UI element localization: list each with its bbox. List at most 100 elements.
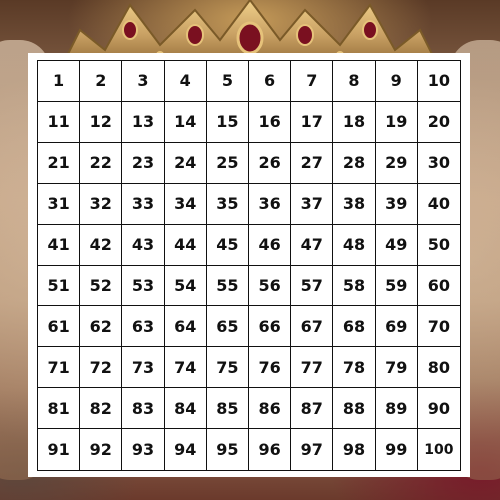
grid-cell: 72: [80, 347, 123, 389]
grid-cell: 18: [333, 101, 376, 143]
grid-cell: 75: [206, 347, 249, 389]
grid-cell: 54: [164, 265, 207, 307]
grid-cell: 9: [375, 61, 418, 102]
grid-cell: 90: [417, 388, 460, 430]
grid-cell: 60: [417, 266, 460, 307]
grid-cell: 87: [291, 388, 334, 430]
grid-cell: 98: [333, 429, 376, 470]
grid-cell: 39: [375, 183, 418, 225]
grid-cell: 97: [291, 429, 334, 470]
grid-cell: 21: [38, 142, 81, 184]
grid-cell: 40: [417, 184, 460, 225]
grid-cell: 95: [207, 429, 249, 470]
grid-cell: 43: [122, 224, 165, 266]
grid-cell: 5: [206, 61, 249, 102]
grid-cell: 63: [122, 306, 165, 348]
grid-cell: 96: [249, 429, 292, 470]
grid-cell: 45: [206, 224, 249, 266]
grid-cell: 88: [333, 388, 376, 430]
grid-cell: 84: [164, 388, 207, 430]
grid-cell: 17: [291, 101, 334, 143]
grid-cell: 34: [164, 183, 207, 225]
grid-cell: 91: [38, 429, 81, 470]
hundred-chart-board: 1 2 3 4 5 6 7 8 9 10 11 12 13 14 15 16 17 18 19 20 21 22 23 24 2…: [28, 53, 470, 477]
grid-cell: 62: [80, 306, 123, 348]
grid-cell: 30: [417, 143, 460, 184]
grid-cell: 57: [291, 265, 334, 307]
grid-cell: 19: [375, 101, 418, 143]
grid-cell: 47: [291, 224, 334, 266]
grid-cell: 99: [376, 429, 418, 470]
grid-cell: 64: [164, 306, 207, 348]
grid-cell: 6: [249, 61, 292, 102]
grid-cell: 51: [38, 265, 81, 307]
grid-cell: 50: [417, 225, 460, 266]
grid-cell: 83: [122, 388, 165, 430]
grid-cell: 12: [80, 101, 123, 143]
grid-cell: 14: [164, 101, 207, 143]
grid-cell: 77: [291, 347, 334, 389]
grid-cell: 36: [249, 183, 292, 225]
grid-cell: 66: [249, 306, 292, 348]
grid-cell: 4: [164, 61, 207, 102]
grid-cell: 27: [291, 142, 334, 184]
grid-cell: 53: [122, 265, 165, 307]
grid-cell: 37: [291, 183, 334, 225]
grid-cell: 56: [249, 265, 292, 307]
grid-cell: 70: [417, 306, 460, 348]
grid-cell: 86: [249, 388, 292, 430]
grid-cell: 85: [206, 388, 249, 430]
grid-cell: 69: [375, 306, 418, 348]
grid-cell: 38: [333, 183, 376, 225]
grid-cell: 32: [80, 183, 123, 225]
grid-cell: 58: [333, 265, 376, 307]
grid-cell: 78: [333, 347, 376, 389]
grid-cell: 11: [38, 101, 81, 143]
grid-cell: 46: [249, 224, 292, 266]
grid-cell: 33: [122, 183, 165, 225]
grid-cell: 15: [206, 101, 249, 143]
grid-cell: 2: [80, 61, 123, 102]
grid-cell: 10: [417, 61, 460, 102]
grid-cell: 71: [38, 347, 81, 389]
grid-cell: 35: [206, 183, 249, 225]
grid-cell: 74: [164, 347, 207, 389]
grid-cell: 29: [375, 142, 418, 184]
grid-cell: 92: [80, 429, 123, 470]
grid-cell: 55: [206, 265, 249, 307]
grid-cell: 52: [80, 265, 123, 307]
hundred-chart-grid: 1 2 3 4 5 6 7 8 9 10 11 12 13 14 15 16 17 18 19 20 21 22 23 24 2…: [37, 60, 461, 471]
grid-cell: 13: [122, 101, 165, 143]
grid-cell: 93: [122, 429, 165, 470]
grid-cell: 3: [122, 61, 165, 102]
grid-cell: 76: [249, 347, 292, 389]
grid-cell: 26: [249, 142, 292, 184]
grid-cell: 25: [206, 142, 249, 184]
grid-cell: 8: [333, 61, 376, 102]
grid-cell: 28: [333, 142, 376, 184]
grid-cell: 82: [80, 388, 123, 430]
grid-cell: 22: [80, 142, 123, 184]
grid-cell: 41: [38, 224, 81, 266]
grid-cell: 61: [38, 306, 81, 348]
grid-cell: 73: [122, 347, 165, 389]
grid-cell: 20: [417, 102, 460, 143]
grid-cell: 48: [333, 224, 376, 266]
grid-cell: 59: [375, 265, 418, 307]
grid-cell: 65: [206, 306, 249, 348]
grid-cell: 81: [38, 388, 81, 430]
grid-cell: 80: [417, 347, 460, 389]
grid-cell: 44: [164, 224, 207, 266]
grid-cell: 24: [164, 142, 207, 184]
grid-cell: 89: [375, 388, 418, 430]
grid-cell: 42: [80, 224, 123, 266]
grid-cell: 94: [165, 429, 207, 470]
grid-cell: 23: [122, 142, 165, 184]
grid-cell: 49: [375, 224, 418, 266]
grid-cell: 100: [424, 441, 454, 458]
grid-cell: 31: [38, 183, 81, 225]
grid-cell: 1: [38, 61, 81, 102]
grid-cell: 79: [375, 347, 418, 389]
grid-cell: 7: [291, 61, 334, 102]
grid-cell: 16: [249, 101, 292, 143]
